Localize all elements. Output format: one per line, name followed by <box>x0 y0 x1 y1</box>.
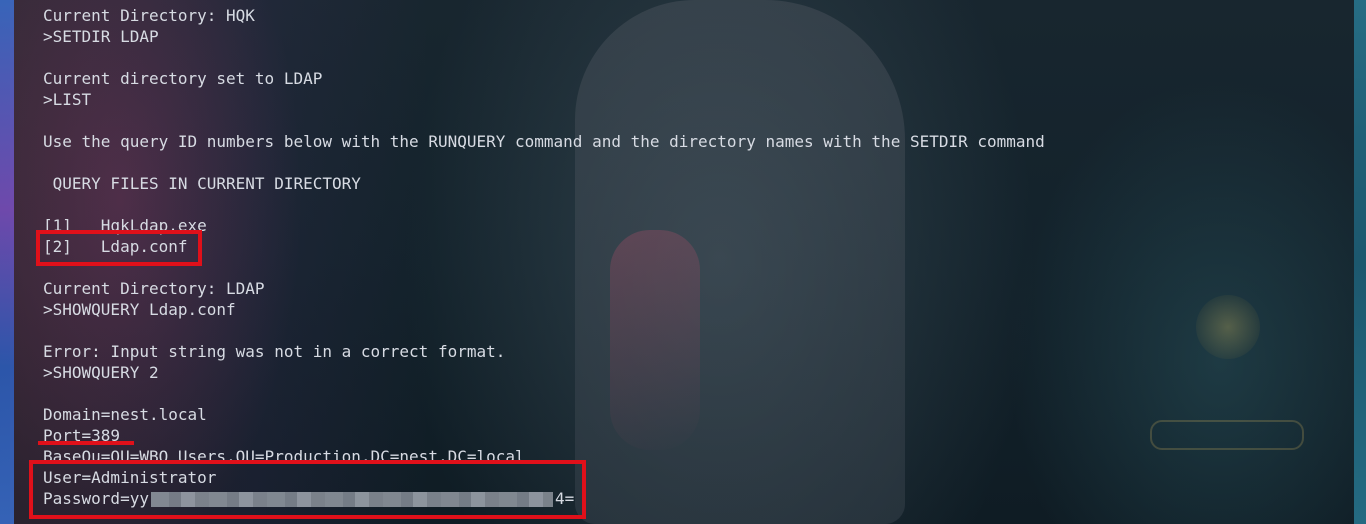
terminal-line: >SHOWQUERY 2 <box>43 363 159 382</box>
highlight-box-credentials <box>29 460 586 519</box>
wallpaper-neon-sign <box>1150 420 1304 450</box>
terminal-line: Current Directory: HQK <box>43 6 255 25</box>
highlight-box-ldap-conf <box>36 230 202 266</box>
underline-port <box>38 441 134 445</box>
left-edge-glow <box>0 0 14 524</box>
terminal-line: >LIST <box>43 90 92 109</box>
terminal-line: Use the query ID numbers below with the … <box>43 132 1045 151</box>
terminal-line: Current Directory: LDAP <box>43 279 265 298</box>
terminal-line: Error: Input string was not in a correct… <box>43 342 506 361</box>
terminal-line: QUERY FILES IN CURRENT DIRECTORY <box>43 174 361 193</box>
wallpaper-orb <box>1196 295 1260 359</box>
right-edge-glow <box>1354 0 1366 524</box>
terminal-line: Port=389 <box>43 426 121 445</box>
terminal-line: Domain=nest.local <box>43 405 207 424</box>
terminal-line: >SHOWQUERY Ldap.conf <box>43 300 236 319</box>
terminal-line: Current directory set to LDAP <box>43 69 323 88</box>
terminal-line: >SETDIR LDAP <box>43 27 159 46</box>
